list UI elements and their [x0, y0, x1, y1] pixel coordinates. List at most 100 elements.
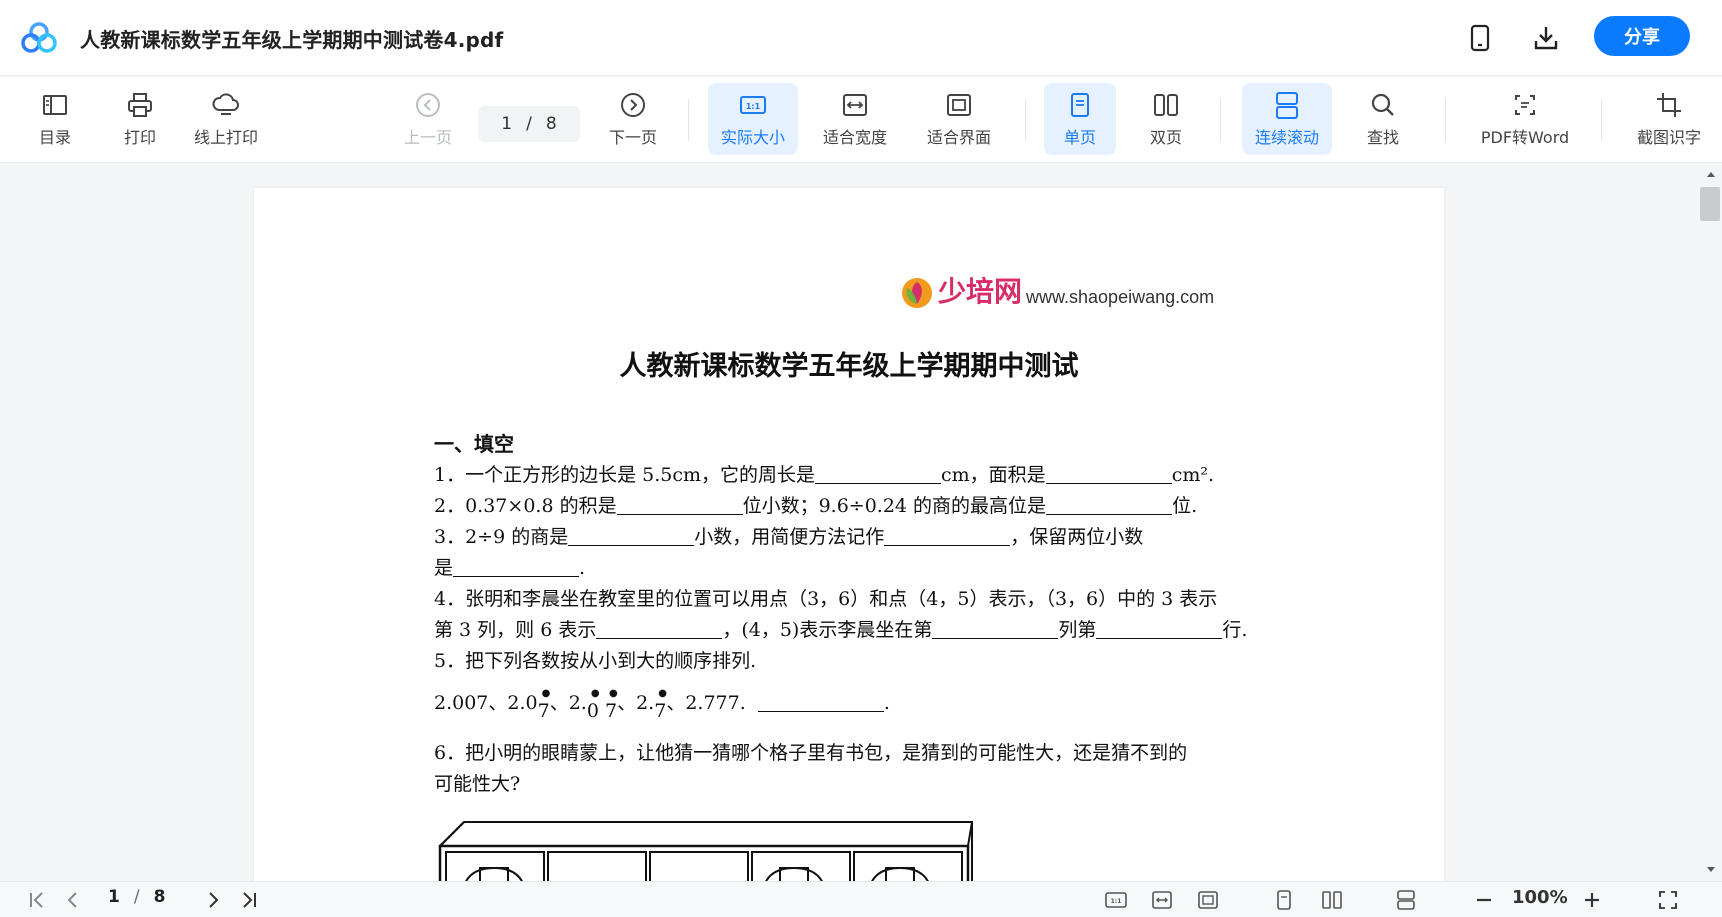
- status-page-separator: /: [133, 887, 140, 907]
- zoom-in-button[interactable]: [1578, 888, 1606, 912]
- total-pages: 8: [545, 114, 557, 134]
- pdf-viewer-app: 人教新课标数学五年级上学期期中测试卷4.pdf 分享 目录 打印 线上打印 上一…: [0, 0, 1722, 917]
- question-6-continued: 可能性大?: [434, 773, 521, 795]
- first-page-icon: [30, 892, 43, 908]
- question-4-continued: 第 3 列，则 6 表示 ，(4，5)表示李晨坐在第 列第 行.: [434, 619, 1248, 641]
- section-heading: 一、填空: [434, 432, 514, 456]
- status-actual-size-button[interactable]: 1:1: [1102, 888, 1130, 912]
- toc-button[interactable]: 目录: [30, 83, 80, 155]
- scroll-down-arrow-icon[interactable]: [1706, 866, 1716, 874]
- question-6: 6．把小明的眼睛蒙上，让他猜一猜哪个格子里有书包，是猜到的可能性大，还是猜不到的: [434, 742, 1188, 764]
- question-3-continued: 是.: [434, 557, 586, 579]
- fit-page-label: 适合界面: [926, 128, 991, 147]
- first-page-button[interactable]: [24, 888, 50, 912]
- fit-width-button[interactable]: 适合宽度: [812, 83, 898, 155]
- single-page-label: 单页: [1063, 128, 1096, 147]
- find-button[interactable]: 查找: [1352, 83, 1414, 155]
- print-button[interactable]: 打印: [115, 83, 165, 155]
- answer-blank: [815, 465, 942, 484]
- printer-icon: [128, 93, 152, 117]
- question-5: 5．把下列各数按从小到大的顺序排列.: [434, 650, 757, 672]
- search-icon: [1371, 93, 1394, 116]
- page-separator: /: [526, 114, 532, 134]
- answer-blank: [884, 527, 1011, 546]
- answer-blank: [1045, 465, 1172, 484]
- chevron-right-circle-icon: [621, 93, 645, 117]
- question-2: 2．0.37×0.8 的积是 位小数；9.6÷0.24 的商的最高位是 位.: [434, 495, 1198, 517]
- fit-page-icon: [1198, 891, 1218, 909]
- download-icon: [1534, 27, 1558, 50]
- status-fit-page-button[interactable]: [1194, 888, 1222, 912]
- continuous-scroll-icon: [1397, 890, 1415, 910]
- screenshot-ocr-label: 截图识字: [1636, 128, 1701, 147]
- answer-blank: [616, 496, 743, 515]
- next-page-small-button[interactable]: [200, 888, 226, 912]
- mobile-view-button[interactable]: [1462, 20, 1498, 56]
- svg-text:1:1: 1:1: [1111, 898, 1122, 905]
- share-button[interactable]: 分享: [1594, 16, 1690, 56]
- toc-label: 目录: [38, 128, 71, 147]
- answer-blank: [757, 693, 884, 712]
- mobile-phone-icon: [1470, 24, 1490, 52]
- page-number-box[interactable]: 1 / 8: [478, 106, 580, 142]
- print-label: 打印: [123, 128, 156, 147]
- toolbar-divider: [1445, 99, 1446, 141]
- pdf-to-word-button[interactable]: PDF转Word: [1470, 83, 1580, 155]
- chevron-left-icon: [67, 892, 77, 908]
- single-page-button[interactable]: 单页: [1044, 83, 1116, 155]
- status-single-page-button[interactable]: [1270, 888, 1298, 912]
- double-page-button[interactable]: 双页: [1130, 83, 1202, 155]
- screenshot-ocr-button[interactable]: 截图识字: [1626, 83, 1712, 155]
- convert-icon: [1515, 95, 1535, 115]
- answer-blank: [1096, 620, 1223, 639]
- bookshelf-illustration: [438, 821, 973, 881]
- online-print-label: 线上打印: [193, 128, 258, 147]
- prev-page-button[interactable]: 上一页: [398, 83, 458, 155]
- status-bar: 1:1: [0, 881, 1722, 917]
- next-page-button[interactable]: 下一页: [603, 83, 663, 155]
- actual-size-button[interactable]: 1:1 实际大小: [708, 83, 798, 155]
- toolbar-divider: [1025, 99, 1026, 141]
- scrollbar-thumb[interactable]: [1700, 187, 1720, 221]
- scroll-up-arrow-icon[interactable]: [1706, 170, 1716, 178]
- document-viewport[interactable]: 少培网 www.shaopeiwang.com 人教新课标数学五年级上学期期中测…: [0, 164, 1700, 881]
- minus-icon: [1477, 898, 1491, 902]
- toolbar-divider: [1601, 99, 1602, 141]
- fit-page-button[interactable]: 适合界面: [916, 83, 1002, 155]
- pdf-page: 少培网 www.shaopeiwang.com 人教新课标数学五年级上学期期中测…: [254, 188, 1444, 881]
- page-input[interactable]: 1: [501, 114, 512, 134]
- continuous-scroll-icon: [1276, 92, 1298, 119]
- main-toolbar: 目录 打印 线上打印 上一页 下一页 1:1 实际大小 适合宽度 适合界面 单页…: [0, 77, 1722, 163]
- title-bar: 人教新课标数学五年级上学期期中测试卷4.pdf 分享: [0, 0, 1722, 76]
- continuous-scroll-button[interactable]: 连续滚动: [1242, 83, 1332, 155]
- status-double-page-button[interactable]: [1318, 888, 1346, 912]
- download-button[interactable]: [1528, 20, 1564, 56]
- zoom-level[interactable]: 100%: [1512, 887, 1568, 908]
- toc-icon: [43, 95, 67, 115]
- zoom-out-button[interactable]: [1470, 888, 1498, 912]
- find-label: 查找: [1366, 128, 1399, 147]
- answer-blank: [1046, 496, 1173, 515]
- fullscreen-icon: [1659, 891, 1677, 909]
- question-4: 4．张明和李晨坐在教室里的位置可以用点（3，6）和点（4，5）表示，（3，6）中…: [434, 588, 1218, 610]
- pdf-to-word-label: PDF转Word: [1480, 128, 1570, 147]
- status-current-page[interactable]: 1: [108, 887, 120, 907]
- fullscreen-button[interactable]: [1654, 888, 1682, 912]
- actual-size-icon: 1:1: [740, 96, 766, 114]
- prev-page-small-button[interactable]: [60, 888, 86, 912]
- toolbar-divider: [1220, 99, 1221, 141]
- status-continuous-scroll-button[interactable]: [1392, 888, 1420, 912]
- status-fit-width-button[interactable]: [1148, 888, 1176, 912]
- brand-name: 少培网: [938, 275, 1023, 308]
- online-print-button[interactable]: 线上打印: [186, 83, 266, 155]
- answer-blank: [453, 558, 580, 577]
- continuous-scroll-label: 连续滚动: [1254, 128, 1319, 147]
- actual-size-label: 实际大小: [720, 128, 785, 147]
- last-page-button[interactable]: [236, 888, 262, 912]
- single-page-icon: [1277, 890, 1291, 910]
- plus-icon: [1585, 893, 1599, 907]
- vertical-scrollbar[interactable]: [1700, 164, 1722, 881]
- answer-blank: [932, 620, 1059, 639]
- status-page-indicator[interactable]: 1 / 8: [108, 887, 165, 907]
- crop-icon: [1657, 93, 1681, 117]
